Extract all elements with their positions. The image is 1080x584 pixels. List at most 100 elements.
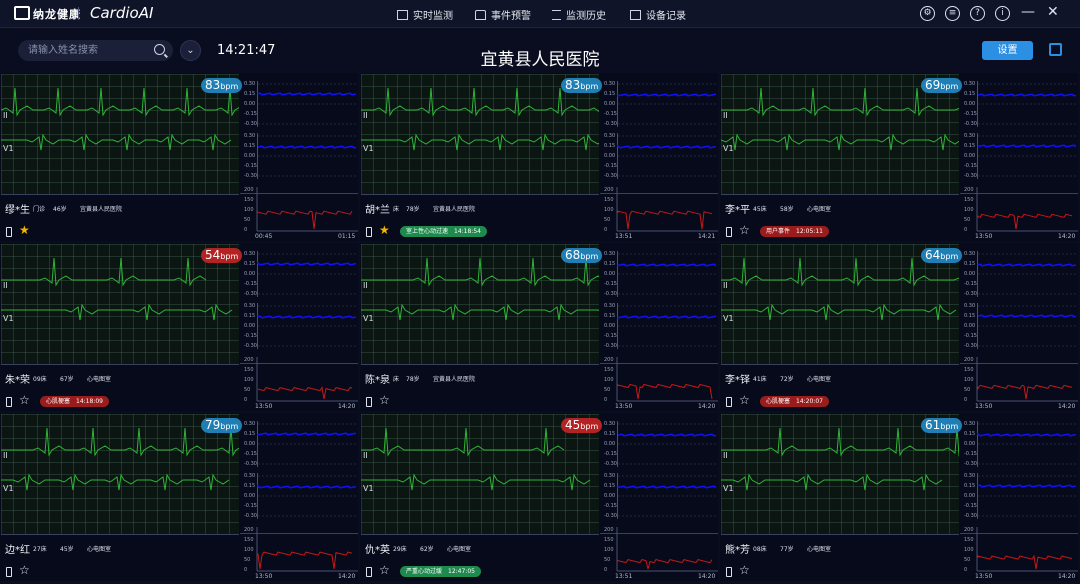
heart-rate-badge: 83bpm — [201, 78, 243, 93]
ecg-waveform-area: II V1 83bpm — [361, 74, 603, 195]
heart-rate-unit: bpm — [940, 422, 959, 431]
heart-rate-badge: 64bpm — [921, 248, 963, 263]
hr-trace — [617, 210, 713, 230]
patient-dept: 心电图室 — [807, 546, 832, 553]
help-icon[interactable]: ? — [970, 6, 985, 21]
star-icon[interactable]: ☆ — [19, 393, 30, 407]
st-trend-chart — [977, 423, 1078, 465]
nav-monitor-history[interactable]: 监测历史 — [552, 7, 606, 22]
st-trace — [977, 484, 1077, 488]
event-badge[interactable]: 心肌梗塞 14:20:07 — [760, 396, 829, 407]
patient-info: 朱*荣 09床 67岁 心电图室 ☆ 心肌梗塞 14:18:09 — [0, 365, 240, 411]
heart-rate-unit: bpm — [580, 422, 599, 431]
event-label: 严重心动过缓 — [406, 568, 443, 575]
heart-rate-trend: 200 150 100 50 0 00:45 01:15 — [240, 181, 358, 241]
event-badge[interactable]: 严重心动过缓 12:47:05 — [400, 566, 481, 577]
st-trace — [977, 263, 1077, 267]
event-time: 12:05:11 — [796, 228, 823, 235]
st-trace — [977, 93, 1077, 97]
hr-trend-chart — [616, 527, 718, 572]
st-trend-chart — [257, 305, 358, 347]
patient-card[interactable]: II V1 45bpm 0.30 0.15 0.00 -0.15 -0.30 0.30 0.15 0… — [360, 413, 718, 581]
trend-end-time: 01:15 — [338, 233, 356, 240]
patient-card[interactable]: II V1 64bpm 0.30 0.15 0.00 -0.15 -0.30 0.30 0.15 0… — [720, 243, 1078, 411]
patient-card[interactable]: II V1 54bpm 0.30 0.15 0.00 -0.15 -0.30 0.30 0.15 0… — [0, 243, 358, 411]
heart-rate-unit: bpm — [220, 82, 239, 91]
hr-trend-chart — [256, 357, 358, 402]
st-trend-ii: 0.30 0.15 0.00 -0.15 -0.30 — [960, 251, 1078, 303]
ecg-lead-v1-trace — [721, 473, 943, 491]
close-icon[interactable]: ✕ — [1047, 4, 1059, 20]
patient-info: 胡*兰床 78岁 宜黄县人民医院 ★ 室上性心动过速 14:18:54 — [360, 195, 600, 241]
settings-button[interactable]: 设置 — [982, 41, 1033, 60]
nav-realtime-monitor[interactable]: 实时监测 — [397, 7, 453, 22]
hr-trace — [977, 213, 1073, 230]
divider — [78, 7, 79, 20]
ecg-waveform-area: II V1 54bpm — [1, 244, 243, 365]
info-icon[interactable]: i — [995, 6, 1010, 21]
heart-rate-unit: bpm — [580, 82, 599, 91]
ecg-lead-ii-trace — [721, 427, 959, 457]
settings-icon[interactable]: ⚙ — [920, 6, 935, 21]
nav-device-records[interactable]: 设备记录 — [630, 7, 686, 22]
st-trace — [617, 93, 717, 97]
patient-card[interactable]: II V1 79bpm 0.30 0.15 0.00 -0.15 -0.30 0.30 0.15 0… — [0, 413, 358, 581]
heart-rate-value: 45 — [565, 418, 581, 432]
event-badge[interactable]: 心肌梗塞 14:18:09 — [40, 396, 109, 407]
minimize-icon[interactable]: — — [1021, 4, 1035, 20]
heart-rate-value: 79 — [205, 418, 221, 432]
nav-event-alert[interactable]: 事件预警 — [475, 7, 531, 22]
trend-column: 0.30 0.15 0.00 -0.15 -0.30 0.30 0.15 0.00 -0.15-… — [600, 413, 718, 581]
chat-icon[interactable]: ≡ — [945, 6, 960, 21]
patient-dept: 宜黄县人民医院 — [433, 206, 476, 213]
patient-dept: 心电图室 — [87, 376, 112, 383]
star-icon[interactable]: ☆ — [379, 393, 390, 407]
patient-card[interactable]: II V1 68bpm 0.30 0.15 0.00 -0.15 -0.30 0.30 0.15 0… — [360, 243, 718, 411]
patient-age: 78岁 — [406, 206, 420, 213]
patient-name: 陈*泉 — [365, 375, 390, 386]
battery-icon — [6, 567, 12, 577]
ecg-lead-ii-trace — [361, 427, 565, 457]
ecg-waveform — [721, 257, 959, 321]
patient-name: 李*平 — [725, 205, 750, 216]
ecg-waveform — [1, 87, 239, 151]
star-icon[interactable]: ★ — [379, 223, 390, 237]
star-icon[interactable]: ☆ — [19, 563, 30, 577]
hr-trend-chart — [616, 357, 718, 402]
st-trace — [257, 432, 357, 436]
patient-bed: 29床 — [393, 546, 407, 553]
lead-v1-label: V1 — [723, 484, 734, 493]
fullscreen-icon[interactable] — [1049, 43, 1062, 56]
patient-card[interactable]: II V1 61bpm 0.30 0.15 0.00 -0.15 -0.30 0.30 0.15 0… — [720, 413, 1078, 581]
patient-card[interactable]: II V1 69bpm 0.30 0.15 0.00 -0.15 -0.30 0.30 0.15 0… — [720, 73, 1078, 241]
st-trend-chart — [617, 423, 718, 465]
heart-rate-badge: 45bpm — [561, 418, 603, 433]
st-trend-chart — [977, 83, 1078, 125]
star-icon[interactable]: ☆ — [739, 223, 750, 237]
hr-trend-chart — [976, 527, 1078, 572]
ecg-lead-ii-trace — [721, 87, 959, 117]
patient-card[interactable]: II V1 83bpm 0.30 0.15 0.00 -0.15 -0.30 0.30 0.15 0… — [0, 73, 358, 241]
lead-v1-label: V1 — [723, 314, 734, 323]
patient-card[interactable]: II V1 83bpm 0.30 0.15 0.00 -0.15 -0.30 0.30 0.15 0… — [360, 73, 718, 241]
trend-start-time: 13:50 — [615, 403, 633, 410]
lead-v1-label: V1 — [363, 314, 374, 323]
star-icon[interactable]: ☆ — [379, 563, 390, 577]
event-time: 14:18:54 — [454, 228, 481, 235]
heart-rate-unit: bpm — [580, 252, 599, 261]
hr-trace — [977, 384, 1073, 400]
star-icon[interactable]: ★ — [19, 223, 30, 237]
patient-name: 边*红 — [5, 545, 30, 556]
event-badge[interactable]: 用户事件 12:05:11 — [760, 226, 829, 237]
star-icon[interactable]: ☆ — [739, 393, 750, 407]
trend-start-time: 13:50 — [255, 573, 273, 580]
battery-icon — [366, 567, 372, 577]
patient-age: 78岁 — [406, 376, 420, 383]
ecg-waveform — [361, 257, 599, 321]
event-label: 心肌梗塞 — [46, 398, 71, 405]
st-trend-v1: 0.30 0.15 0.00 -0.15 -0.30 — [600, 133, 718, 185]
event-badge[interactable]: 室上性心动过速 14:18:54 — [400, 226, 487, 237]
st-trace — [617, 433, 717, 437]
star-icon[interactable]: ☆ — [739, 563, 750, 577]
trend-end-time: 14:20 — [338, 573, 356, 580]
